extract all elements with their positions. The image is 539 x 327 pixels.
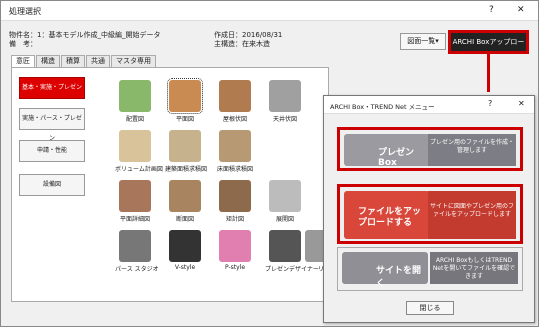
tab-common[interactable]: 共通 (86, 55, 110, 67)
category-detail[interactable]: 実施・パース・プレゼン (19, 108, 85, 142)
drawing-list-button[interactable]: 図面一覧▾ (400, 33, 446, 50)
close-button[interactable]: 閉じる (406, 301, 454, 315)
item-label: パース スタジオ (115, 266, 159, 273)
item-tile[interactable]: 断面図 (165, 180, 205, 232)
window-title: 処理選択 (9, 7, 41, 16)
item-tile[interactable]: 屋根伏図 (215, 80, 255, 132)
item-label: 天井伏図 (272, 116, 297, 123)
item-tile[interactable]: プレゼンデザイナー (265, 230, 319, 282)
item-icon (219, 230, 251, 262)
item-icon (169, 180, 201, 212)
close-icon[interactable]: ✕ (517, 5, 525, 15)
item-label: 展開図 (275, 216, 294, 223)
item-icon (119, 180, 151, 212)
menu-button[interactable]: ファイルをアップロードする サイトに図面やプレゼン用のファイルをアップロードします (337, 184, 523, 244)
dialog-title-bar: ARCHI Box・TREND Net メニュー ? ✕ (324, 96, 534, 114)
item-tile[interactable]: 展開図 (265, 180, 305, 232)
menu-icon-panel: プレゼンBox (344, 134, 430, 168)
item-tile[interactable]: ボリューム計画図 (115, 130, 163, 182)
title-bar: 処理選択 ? ✕ (1, 1, 538, 21)
item-icon (269, 80, 301, 112)
item-label: 平面図 (175, 116, 194, 123)
item-tile[interactable]: 平面詳細図 (115, 180, 155, 232)
menu-description: ARCHI BoxもしくはTREND Netを開いてファイルを確認できます (430, 252, 518, 284)
item-label: 建築面積求積図 (165, 166, 208, 173)
archi-box-menu-dialog: ARCHI Box・TREND Net メニュー ? ✕ プレゼンBox プレゼン… (323, 95, 535, 323)
item-icon (219, 180, 251, 212)
menu-button[interactable]: プレゼンBox プレゼン用のファイルを作成・管理します (337, 127, 523, 171)
menu-label: ファイルをアップロードする (358, 207, 422, 228)
item-tile[interactable]: V-style (165, 230, 205, 282)
item-tile[interactable]: 天井伏図 (265, 80, 305, 132)
item-tile[interactable]: パース スタジオ (115, 230, 159, 282)
item-label: 配置図 (125, 116, 144, 123)
item-icon (169, 230, 201, 262)
tab-master[interactable]: マスタ専用 (111, 55, 156, 67)
main-structure: 主構造：在来木造 (214, 40, 270, 48)
item-tile[interactable]: 配置図 (115, 80, 155, 132)
item-label: V-style (174, 264, 196, 271)
dialog-close-icon[interactable]: ✕ (518, 99, 525, 108)
item-label: プレゼンデザイナー (265, 266, 319, 273)
category-application[interactable]: 申請・性能 (19, 140, 85, 162)
tab-design[interactable]: 意匠 (11, 55, 35, 67)
project-name: 物件名：1：基本モデル作成_中級編_開始データ (9, 31, 161, 39)
item-icon (269, 230, 301, 262)
menu-description: プレゼン用のファイルを作成・管理します (428, 134, 516, 166)
item-label: 矩計図 (225, 216, 244, 223)
item-icon (219, 80, 251, 112)
menu-description: サイトに図面やプレゼン用のファイルをアップロードします (428, 191, 516, 239)
category-equipment[interactable]: 設備図 (19, 174, 85, 196)
dialog-title: ARCHI Box・TREND Net メニュー (330, 103, 435, 111)
item-label: 床面積求積図 (216, 166, 253, 173)
item-label: 屋根伏図 (222, 116, 247, 123)
item-tile[interactable]: 矩計図 (215, 180, 255, 232)
item-icon (169, 130, 201, 162)
item-icon (167, 78, 203, 114)
item-label: 断面図 (175, 216, 194, 223)
project-info: 物件名：1：基本モデル作成_中級編_開始データ 備 考： (9, 31, 160, 49)
menu-label: サイトを開く (376, 266, 422, 289)
item-icon (219, 130, 251, 162)
dialog-help-icon[interactable]: ? (488, 99, 492, 108)
tab-bar: 意匠 構造 積算 共通 マスタ専用 (11, 55, 157, 67)
item-tile[interactable]: 平面図 (165, 78, 205, 132)
upload-highlight: ARCHI Boxアップロード (448, 30, 529, 64)
tab-estimate[interactable]: 積算 (61, 55, 85, 67)
menu-label: プレゼンBox (378, 148, 415, 168)
tab-structure[interactable]: 構造 (36, 55, 60, 67)
item-tile[interactable]: 建築面積求積図 (165, 130, 208, 182)
category-basic[interactable]: 基本・実施・プレゼン (19, 77, 85, 99)
archi-box-upload-button[interactable]: ARCHI Boxアップロード (451, 33, 526, 64)
project-note: 備 考： (9, 40, 37, 48)
item-icon (269, 180, 301, 212)
created-date: 作成日：2016/08/31 (214, 31, 283, 39)
item-tile[interactable]: 床面積求積図 (215, 130, 255, 182)
item-icon (119, 130, 151, 162)
item-label: ボリューム計画図 (115, 166, 163, 173)
item-label: P-style (224, 264, 246, 271)
item-tile[interactable]: P-style (215, 230, 255, 282)
item-icon (119, 80, 151, 112)
item-label: 平面詳細図 (119, 216, 150, 223)
help-icon[interactable]: ? (489, 5, 494, 15)
item-icon (119, 230, 151, 262)
menu-button[interactable]: サイトを開く ARCHI BoxもしくはTREND Netを開いてファイルを確認で… (337, 247, 523, 291)
project-meta: 作成日：2016/08/31 主構造：在来木造 (214, 31, 282, 49)
callout-line (487, 52, 490, 92)
menu-icon-panel: サイトを開く (342, 252, 428, 289)
menu-icon-panel: ファイルをアップロードする (344, 191, 430, 239)
